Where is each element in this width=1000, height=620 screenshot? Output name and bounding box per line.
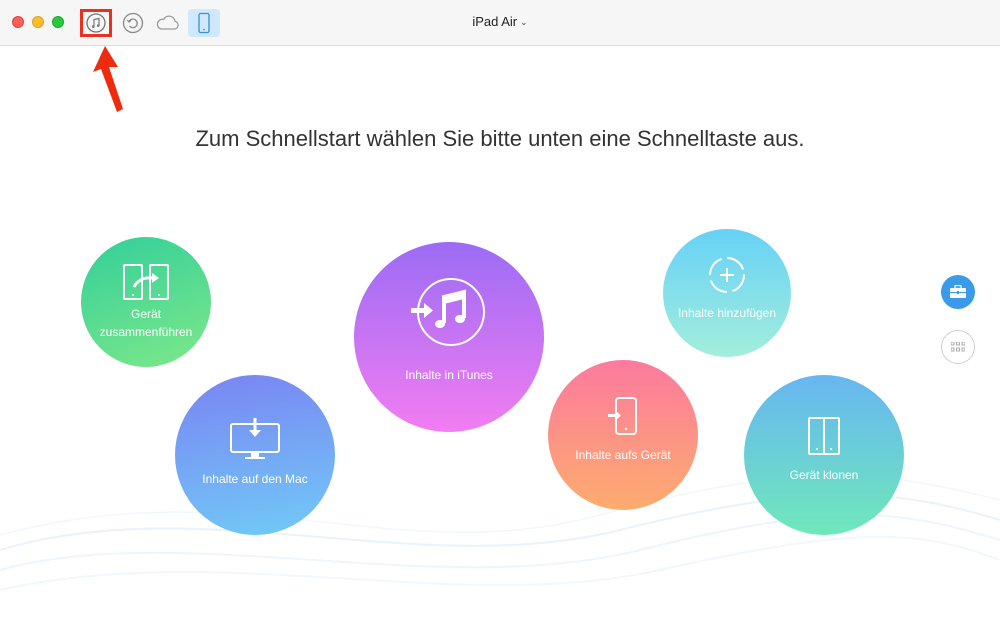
content-to-mac-button[interactable]: Inhalte auf den Mac xyxy=(175,375,335,535)
clone-device-icon xyxy=(808,417,840,455)
content-to-device-button[interactable]: Inhalte aufs Gerät xyxy=(548,360,698,510)
device-name: iPad Air xyxy=(472,14,518,29)
clone-device-label: Gerät klonen xyxy=(789,468,859,482)
monitor-download-icon xyxy=(230,418,280,459)
more-apps-button[interactable] xyxy=(941,330,975,364)
add-content-icon xyxy=(709,257,745,293)
toolbox-icon xyxy=(950,285,966,298)
merge-device-label-line2: zusammenführen xyxy=(99,325,193,339)
content-to-device-label: Inhalte aufs Gerät xyxy=(575,448,671,462)
itunes-transfer-icon xyxy=(411,278,485,346)
device-selector[interactable]: iPad Air ⌄ xyxy=(0,14,1000,29)
page-title: Zum Schnellstart wählen Sie bitte unten … xyxy=(195,126,805,151)
add-content-button[interactable]: Inhalte hinzufügen xyxy=(663,229,791,357)
merge-device-icon xyxy=(123,264,169,300)
phone-import-icon xyxy=(608,397,637,435)
content-to-itunes-button[interactable]: Inhalte in iTunes xyxy=(354,242,544,432)
merge-device-button[interactable]: Gerät zusammenführen xyxy=(81,237,211,367)
title-bar: iPad Air ⌄ xyxy=(0,0,1000,46)
toolbox-button[interactable] xyxy=(941,275,975,309)
merge-device-label-line1: Gerät xyxy=(130,307,161,321)
content-to-mac-label: Inhalte auf den Mac xyxy=(202,472,308,486)
app-window: iPad Air ⌄ Zum Schnellstart wählen Sie bi… xyxy=(0,0,1000,620)
chevron-down-icon: ⌄ xyxy=(520,17,528,27)
more-apps-icon xyxy=(951,342,965,352)
annotation-arrow-icon xyxy=(93,46,123,112)
clone-device-button[interactable]: Gerät klonen xyxy=(744,375,904,535)
add-content-label: Inhalte hinzufügen xyxy=(677,306,777,320)
content-to-itunes-label: Inhalte in iTunes xyxy=(405,368,493,382)
